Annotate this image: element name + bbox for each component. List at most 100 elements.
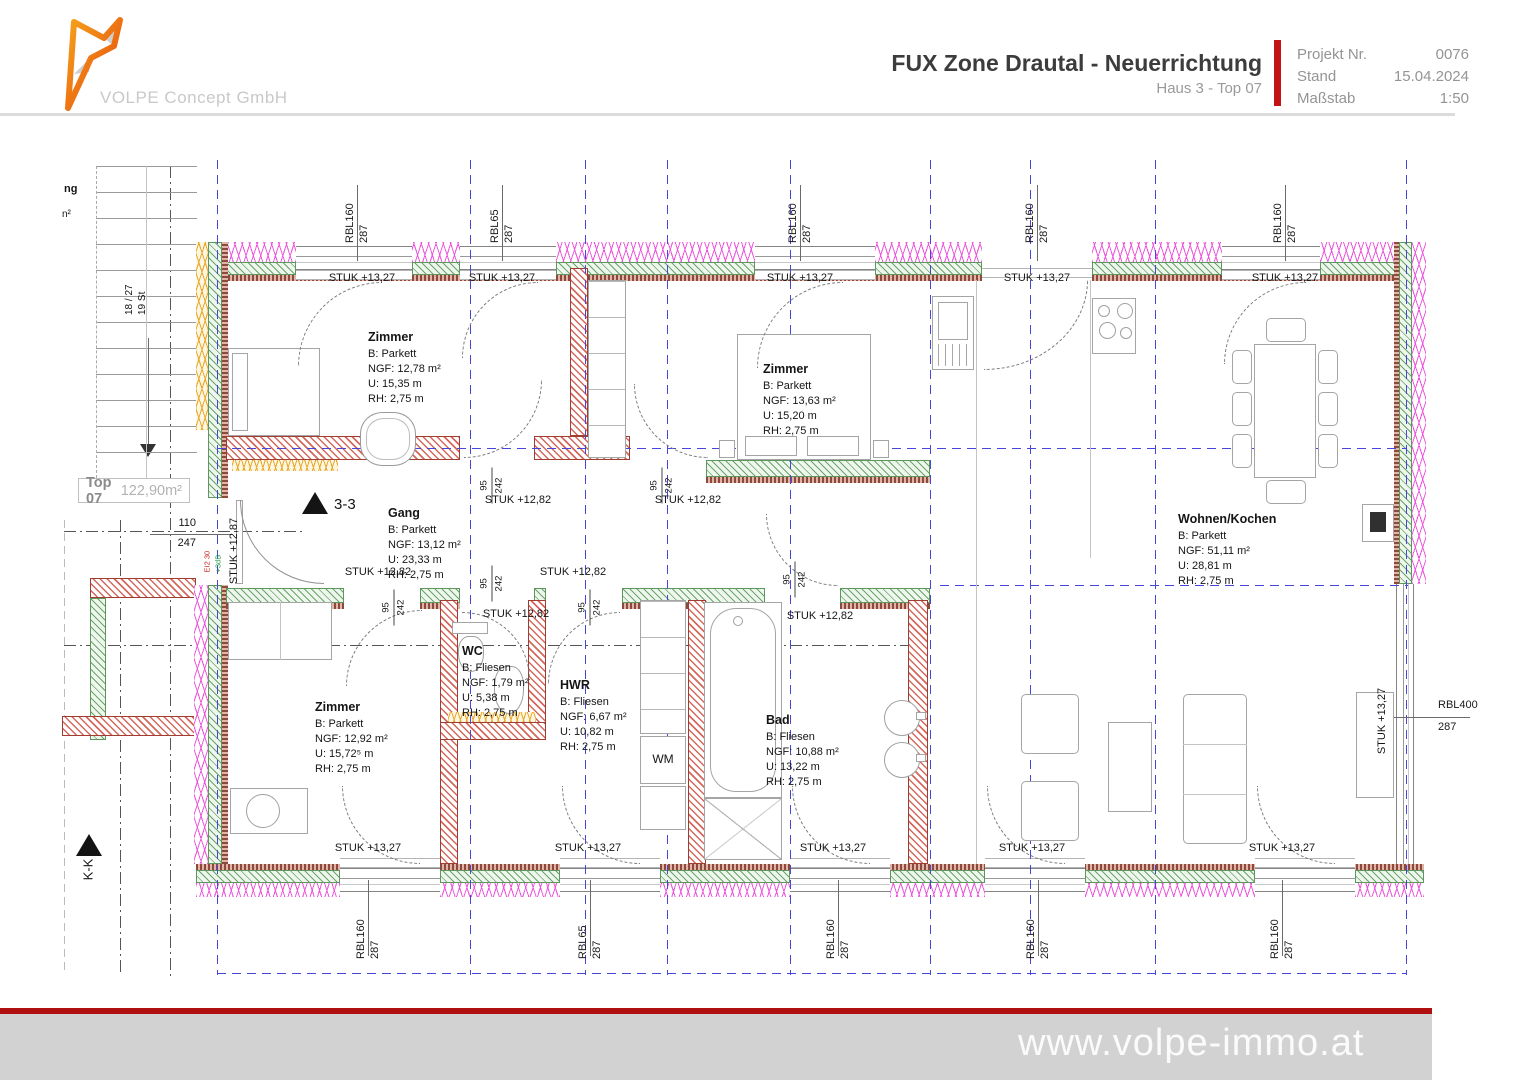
level-annotation: STUK +13,27 (1376, 676, 1388, 766)
wardrobe-shelves (589, 281, 625, 457)
room-name: Zimmer (763, 362, 836, 376)
parapet-code: RBL65 (576, 895, 590, 959)
room-label: WCB: FliesenNGF: 1,79 m²U: 5,38 mRH: 2,7… (462, 644, 529, 721)
parapet-height: 287 (590, 895, 604, 959)
room-spec: NGF: 10,88 m² (766, 745, 839, 760)
room-spec: RH: 2,75 m (368, 392, 441, 407)
room-name: Wohnen/Kochen (1178, 512, 1276, 526)
room-spec: B: Fliesen (766, 730, 839, 745)
room-name: Zimmer (315, 700, 388, 714)
armchair (1021, 694, 1079, 754)
room-spec: RH: 2,75 m (315, 762, 388, 777)
room-name: HWR (560, 678, 627, 692)
room-spec: RH: 2,75 m (763, 424, 836, 439)
edge-label: ng (64, 183, 77, 195)
stair-arrow-line (148, 338, 149, 444)
interior-bearing-wall (706, 460, 930, 477)
parapet-height: 287 (1438, 720, 1478, 734)
website-url: www.volpe-immo.at (1018, 1022, 1364, 1065)
office-chair (246, 794, 280, 828)
window-sill (985, 858, 1085, 868)
level-annotation: STUK +13,27 (323, 842, 413, 854)
kitchen-counter-edge (976, 280, 977, 864)
unit-area: 122,90m² (121, 483, 182, 499)
parapet-height: 287 (368, 895, 382, 959)
window (296, 246, 412, 270)
exterior-wall (412, 262, 460, 275)
room-label: ZimmerB: ParkettNGF: 13,63 m²U: 15,20 mR… (763, 362, 836, 439)
chair (1318, 434, 1338, 468)
stair-line (146, 166, 147, 478)
level-annotation: STUK +13,27 (317, 272, 407, 284)
dimension-line (150, 534, 232, 535)
nightstand (873, 440, 889, 458)
room-name: Zimmer (368, 330, 441, 344)
burner (1117, 303, 1133, 319)
door-fire-rating: EI2 30 (203, 539, 212, 573)
exterior-wall (208, 242, 222, 498)
window-sill (790, 858, 890, 868)
neighbor-wall (62, 716, 196, 736)
exterior-wall-insulation (194, 585, 208, 864)
exterior-wall-insulation (890, 883, 985, 897)
window (1222, 246, 1320, 270)
level-annotation: STUK +12,82 (333, 566, 423, 578)
room-spec: NGF: 6,67 m² (560, 710, 627, 725)
window-sill (1255, 858, 1355, 868)
exterior-wall-insulation (440, 883, 560, 897)
room-spec: B: Parkett (388, 523, 461, 538)
room-name: Gang (388, 506, 461, 520)
room-spec: U: 10,82 m (560, 725, 627, 740)
room-spec: NGF: 1,79 m² (462, 676, 529, 691)
coffee-table (1108, 722, 1152, 812)
room-spec: NGF: 13,63 m² (763, 394, 836, 409)
window (790, 868, 890, 892)
room-spec: NGF: 12,92 m² (315, 732, 388, 747)
party-wall-insulation (196, 242, 208, 430)
door-width: 95 (381, 590, 395, 626)
pillow (807, 436, 859, 456)
window-sill (560, 858, 660, 868)
door-swing-arc (634, 384, 708, 458)
door-swing-arc (1224, 282, 1306, 364)
parapet-code: RBL160 (343, 179, 357, 243)
door-height: 242 (396, 590, 408, 626)
kitchen-counter-edge (1090, 280, 1091, 558)
level-annotation: STUK +13,27 (543, 842, 633, 854)
exterior-wall-insulation (412, 242, 460, 262)
nightstand (719, 440, 735, 458)
parapet-annotation: RBL65287 (488, 179, 516, 243)
exterior-wall-insulation (1085, 883, 1255, 897)
room-spec: NGF: 13,12 m² (388, 538, 461, 553)
washbasin (884, 742, 920, 778)
window (560, 868, 660, 892)
exterior-wall (1355, 870, 1424, 883)
parapet-annotation: RBL160287 (824, 895, 852, 959)
parapet-code: RBL160 (1268, 895, 1282, 959)
crib (360, 412, 416, 466)
exterior-wall (1092, 262, 1222, 275)
door-height: 242 (494, 468, 506, 504)
parapet-annotation: RBL160287 (1023, 179, 1051, 243)
level-line (940, 585, 1408, 586)
burner (1098, 305, 1110, 317)
room-name: Bad (766, 713, 839, 727)
door-dimension: 95242 (479, 566, 506, 602)
door-width: 95 (479, 566, 493, 602)
window (1255, 868, 1355, 892)
parapet-height: 287 (1282, 895, 1296, 959)
sink-basin (938, 302, 968, 340)
sofa-seam (1183, 794, 1247, 795)
exterior-wall-insulation (875, 242, 982, 262)
stair-step-count: 19 St (136, 257, 149, 315)
door-swing-arc (462, 282, 538, 358)
parapet-annotation: RBL160287 (1271, 179, 1299, 243)
parapet-annotation: RBL65287 (576, 895, 604, 959)
unit-area-badge: Top 07 122,90m² (78, 478, 190, 503)
room-spec: B: Parkett (763, 379, 836, 394)
room-name: WC (462, 644, 529, 658)
entrance-width: 110 (150, 517, 196, 529)
door-dimension: 95242 (782, 562, 809, 598)
chair (1232, 434, 1252, 468)
room-spec: NGF: 51,11 m² (1178, 544, 1276, 559)
